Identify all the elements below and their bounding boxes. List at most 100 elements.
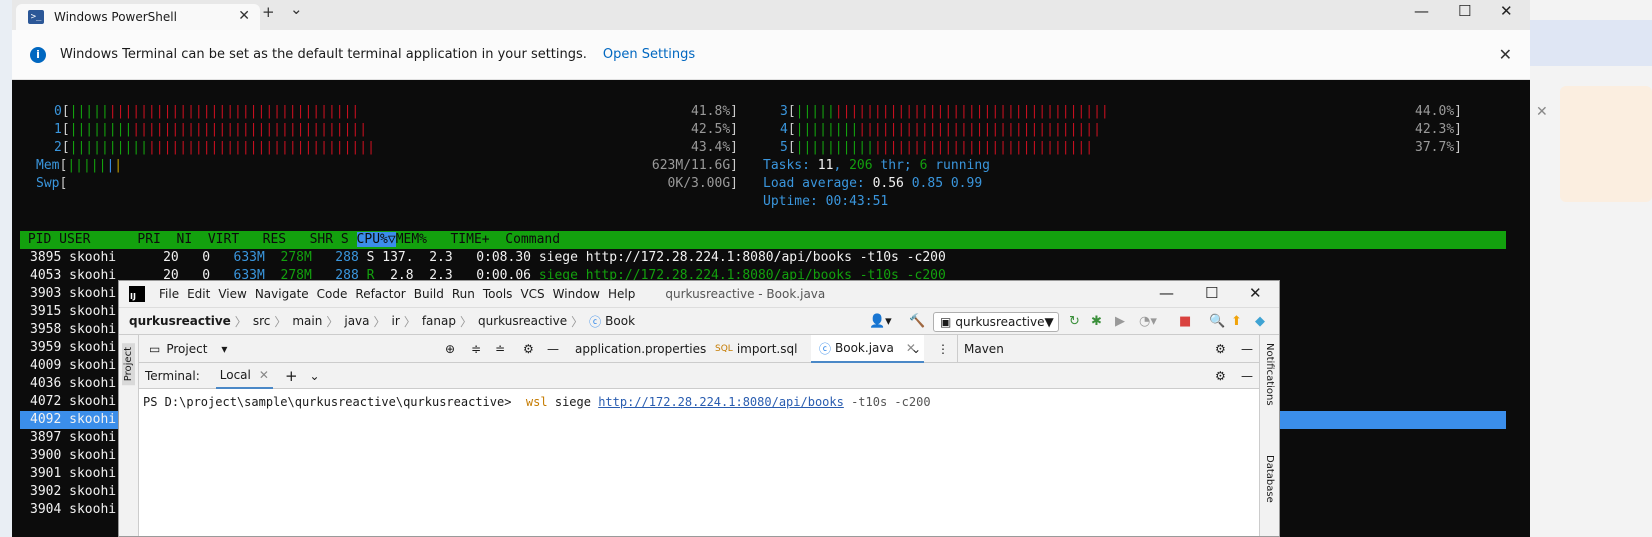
tab-windows-powershell[interactable]: >_ Windows PowerShell ✕ [16, 4, 260, 30]
notifications-tool-button[interactable]: Notifications [1264, 343, 1275, 406]
process-row[interactable]: 3895 skoohi 20 0 633M 278M 288 S 137. 2.… [30, 249, 946, 267]
breadcrumb-item[interactable]: qurkusreactive [478, 314, 567, 328]
breadcrumb-item[interactable]: ir [392, 314, 400, 328]
terminal-command-line: PS D:\project\sample\qurkusreactive\qurk… [143, 395, 931, 409]
search-icon[interactable]: 🔍 [1209, 314, 1225, 329]
process-row[interactable]: 3897 skoohi [30, 429, 116, 447]
maven-hide-icon[interactable]: — [1241, 335, 1253, 363]
background-close-icon[interactable]: ✕ [1536, 104, 1548, 120]
project-hide-icon[interactable]: — [547, 335, 559, 363]
breadcrumb-item[interactable]: main [292, 314, 322, 328]
ide-minimize-icon[interactable]: — [1159, 284, 1174, 302]
infobar-close-icon[interactable]: ✕ [1499, 45, 1512, 64]
menu-file[interactable]: File [159, 287, 179, 301]
coverage-icon[interactable]: ▶ [1115, 314, 1125, 329]
java-config-icon: ▣ [940, 315, 952, 329]
menu-tools[interactable]: Tools [483, 287, 513, 301]
maven-settings-icon[interactable]: ⚙ [1215, 335, 1226, 363]
process-row[interactable]: 4036 skoohi [30, 375, 116, 393]
ide-maximize-icon[interactable]: ☐ [1205, 284, 1218, 302]
profile-icon[interactable]: ◔▾ [1139, 314, 1157, 329]
infobar-message: Windows Terminal can be set as the defau… [60, 47, 587, 62]
more-tabs-icon[interactable]: ⋮ [937, 335, 949, 363]
tab-title: Windows PowerShell [54, 10, 177, 24]
project-panel-icon: ▭ [149, 342, 161, 356]
breadcrumb-item[interactable]: java [344, 314, 369, 328]
process-row[interactable]: 3900 skoohi [30, 447, 116, 465]
project-panel-header[interactable]: ▭ Project ▾ [149, 335, 227, 363]
process-row[interactable]: 4072 skoohi [30, 393, 116, 411]
tabs-dropdown-icon[interactable]: ⌄ [911, 335, 921, 363]
open-settings-link[interactable]: Open Settings [603, 47, 695, 62]
maven-panel-header[interactable]: Maven [957, 335, 1004, 363]
build-hammer-icon[interactable]: 🔨 [909, 314, 925, 329]
update-icon[interactable]: ⬆ [1231, 314, 1242, 329]
run-configuration-select[interactable]: ▣ qurkusreactive ▼ [933, 312, 1059, 332]
tab-import-sql[interactable]: SQL import.sql [715, 335, 797, 363]
ide-terminal-output[interactable]: PS D:\project\sample\qurkusreactive\qurk… [139, 389, 1259, 536]
menu-refactor[interactable]: Refactor [355, 287, 405, 301]
menu-run[interactable]: Run [452, 287, 475, 301]
menu-navigate[interactable]: Navigate [255, 287, 309, 301]
menu-edit[interactable]: Edit [187, 287, 210, 301]
breadcrumb-item[interactable]: src [253, 314, 271, 328]
cpu-meter-5: 5[|||||||||||||||||||||||||||||||||||||| [780, 140, 1094, 155]
debug-icon[interactable]: ✱ [1091, 314, 1102, 329]
tab-close-icon[interactable]: ✕ [238, 8, 250, 24]
project-settings-icon[interactable]: ⚙ [523, 335, 534, 363]
maximize-icon[interactable]: ☐ [1458, 2, 1471, 20]
process-row[interactable]: 3904 skoohi [30, 501, 116, 519]
minimize-icon[interactable]: — [1414, 2, 1429, 20]
user-icon[interactable]: 👤▾ [869, 314, 892, 329]
process-row[interactable]: 3901 skoohi [30, 465, 116, 483]
intellij-logo-icon: IJ [129, 286, 145, 302]
rerun-icon[interactable]: ↻ [1069, 314, 1080, 329]
terminal-url-link[interactable]: http://172.28.224.1:8080/api/books [598, 395, 844, 409]
tab-dropdown-button[interactable]: ⌄ [290, 0, 303, 18]
new-terminal-icon[interactable]: + [285, 367, 298, 385]
breadcrumb-item[interactable]: Book [605, 314, 635, 328]
project-panel-label: Project [166, 342, 208, 356]
breadcrumb-item[interactable]: fanap [422, 314, 456, 328]
close-window-icon[interactable]: ✕ [1500, 2, 1513, 20]
process-row[interactable]: 3915 skoohi [30, 303, 116, 321]
menu-vcs[interactable]: VCS [520, 287, 544, 301]
locate-icon[interactable]: ⊕ [445, 335, 455, 363]
menu-window[interactable]: Window [553, 287, 600, 301]
terminal-tab-local[interactable]: Local ✕ [215, 363, 273, 389]
project-tool-button[interactable]: Project [122, 343, 135, 386]
tab-application-properties[interactable]: application.properties [575, 335, 706, 363]
process-table-header: PID USER PRI NI VIRT RES SHR S CPU%▽MEM%… [20, 231, 1506, 249]
process-row[interactable]: 3959 skoohi [30, 339, 116, 357]
process-row[interactable]: 3903 skoohi [30, 285, 116, 303]
collapse-all-icon[interactable]: ≐ [495, 335, 505, 363]
breadcrumb: qurkusreactive 〉 src 〉 main 〉 java 〉 ir 〉 fanap 〉 qu… [129, 313, 639, 330]
terminal-settings-icon[interactable]: ⚙ [1215, 369, 1226, 383]
terminal-tab-close-icon[interactable]: ✕ [259, 368, 269, 382]
navigation-bar: qurkusreactive 〉 src 〉 main 〉 java 〉 ir 〉 fanap 〉 qu… [119, 307, 1279, 335]
process-row[interactable]: 4092 skoohi [30, 411, 116, 429]
tab-book-java[interactable]: ⓒ Book.java ✕ [811, 335, 924, 363]
process-row[interactable]: 4009 skoohi [30, 357, 116, 375]
background-panel [1560, 86, 1652, 202]
terminal-dropdown-icon[interactable]: ⌄ [310, 369, 320, 383]
database-tool-button[interactable]: Database [1264, 455, 1275, 503]
expand-all-icon[interactable]: ≑ [471, 335, 481, 363]
plugin-icon[interactable]: ◆ [1255, 314, 1265, 329]
stop-icon[interactable]: ■ [1179, 314, 1191, 329]
menu-code[interactable]: Code [317, 287, 348, 301]
process-row[interactable]: 3902 skoohi [30, 483, 116, 501]
menu-view[interactable]: View [218, 287, 246, 301]
breadcrumb-item[interactable]: qurkusreactive [129, 314, 231, 328]
process-row[interactable]: 3958 skoohi [30, 321, 116, 339]
menu-help[interactable]: Help [608, 287, 635, 301]
editor-tabs-row: ▭ Project ▾ ⊕ ≑ ≐ ⚙ — application.properti… [139, 335, 1259, 363]
terminal-hide-icon[interactable]: — [1241, 369, 1253, 383]
ide-close-icon[interactable]: ✕ [1249, 284, 1262, 302]
right-tool-strip: Notifications Database [1259, 335, 1279, 536]
sql-icon: SQL [715, 344, 733, 354]
menu-build[interactable]: Build [414, 287, 444, 301]
left-tool-strip: Project [119, 335, 139, 536]
ide-title: qurkusreactive - Book.java [665, 287, 826, 301]
new-tab-button[interactable]: + [262, 3, 275, 21]
